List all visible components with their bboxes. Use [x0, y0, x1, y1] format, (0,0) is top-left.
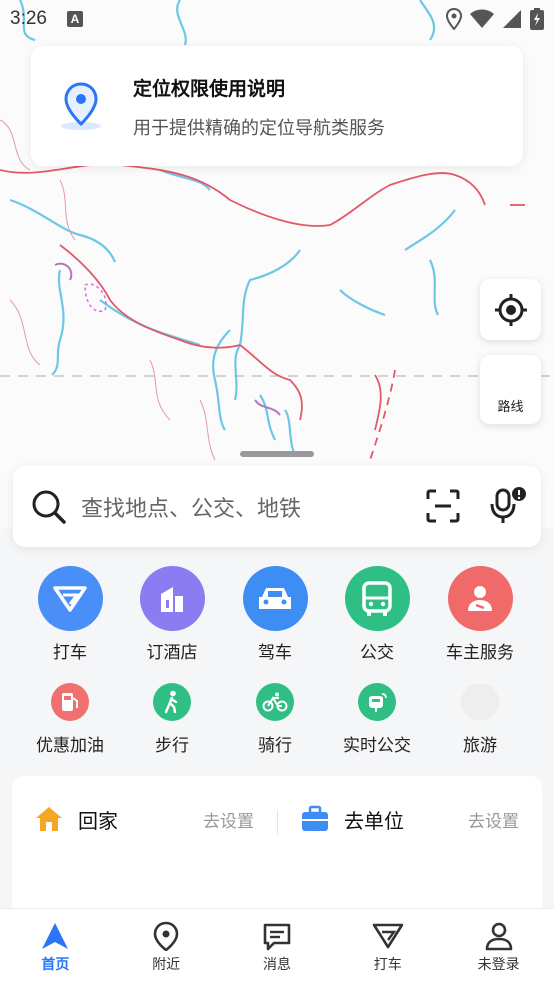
service-bus[interactable]: 公交	[332, 566, 422, 663]
service-label: 实时公交	[343, 736, 411, 756]
work-set-link[interactable]: 去设置	[468, 804, 519, 834]
briefcase-icon	[302, 805, 328, 831]
route-label: 路线	[497, 400, 524, 415]
battery-icon	[530, 8, 544, 30]
nav-label: 首页	[41, 957, 70, 973]
search-bar[interactable]: 查找地点、公交、地铁	[13, 466, 541, 547]
wifi-icon	[470, 9, 494, 28]
service-label: 旅游	[463, 736, 497, 756]
travel-icon	[461, 683, 499, 721]
work-shortcut[interactable]: 去单位	[300, 804, 404, 834]
search-icon	[32, 490, 66, 524]
nav-label: 未登录	[477, 957, 520, 973]
hotel-icon	[139, 566, 205, 631]
search-placeholder: 查找地点、公交、地铁	[81, 497, 302, 522]
bottom-navigation: 首页 附近 消息 打车 未登录	[0, 908, 554, 984]
realtime-bus-icon	[358, 683, 396, 721]
taxi-nav-icon	[372, 923, 404, 949]
car-icon	[242, 566, 308, 631]
nav-messages[interactable]: 消息	[222, 909, 333, 984]
divider	[277, 810, 278, 834]
service-taxi[interactable]: 打车	[25, 566, 115, 663]
nav-label: 消息	[262, 957, 291, 973]
service-bike[interactable]: 骑行	[230, 683, 320, 756]
locate-button[interactable]	[480, 279, 541, 340]
service-walk[interactable]: 步行	[127, 683, 217, 756]
service-label: 订酒店	[146, 643, 198, 663]
signal-icon	[503, 10, 521, 28]
home-shortcut[interactable]: 回家	[34, 804, 118, 834]
driver-service-icon	[447, 566, 513, 631]
microphone-icon[interactable]	[489, 486, 527, 526]
service-label: 骑行	[258, 736, 292, 756]
bus-icon	[344, 566, 410, 631]
nav-home[interactable]: 首页	[0, 909, 111, 984]
fuel-icon	[51, 683, 89, 721]
service-hotel[interactable]: 订酒店	[127, 566, 217, 663]
service-realtime-bus[interactable]: 实时公交	[332, 683, 422, 756]
sheet-drag-handle[interactable]	[240, 451, 314, 457]
nav-nearby[interactable]: 附近	[111, 909, 222, 984]
service-driver[interactable]: 车主服务	[435, 566, 525, 663]
nav-label: 打车	[373, 957, 402, 973]
notification-a-icon: A	[66, 11, 83, 27]
walk-icon	[153, 683, 191, 721]
nav-account[interactable]: 未登录	[443, 909, 554, 984]
work-label: 去单位	[344, 808, 404, 833]
scan-icon[interactable]	[426, 489, 460, 523]
nav-taxi[interactable]: 打车	[332, 909, 443, 984]
service-drive[interactable]: 驾车	[230, 566, 320, 663]
service-label: 步行	[155, 736, 189, 756]
route-button[interactable]: 路线	[480, 355, 541, 424]
user-icon	[485, 922, 512, 951]
service-travel[interactable]: 旅游	[435, 683, 525, 756]
crosshair-icon	[494, 293, 527, 326]
taxi-icon	[37, 566, 103, 631]
status-bar: 3:26 A	[0, 0, 554, 38]
location-pin-icon	[61, 82, 101, 130]
service-label: 车主服务	[446, 643, 514, 663]
message-icon	[263, 923, 291, 951]
home-work-card: 回家 去设置 去单位 去设置	[12, 776, 542, 926]
permission-title: 定位权限使用说明	[133, 78, 286, 100]
nav-label: 附近	[152, 957, 181, 973]
service-label: 公交	[360, 643, 394, 663]
nearby-icon	[153, 921, 179, 951]
service-label: 驾车	[258, 643, 292, 663]
bike-icon	[256, 683, 294, 721]
home-nav-icon	[42, 923, 69, 949]
service-fuel[interactable]: 优惠加油	[25, 683, 115, 756]
permission-description: 用于提供精确的定位导航类服务	[133, 118, 385, 139]
service-label: 优惠加油	[36, 736, 104, 756]
home-label: 回家	[78, 808, 118, 833]
home-icon	[36, 807, 62, 831]
service-label: 打车	[53, 643, 87, 663]
location-permission-card[interactable]: 定位权限使用说明 用于提供精确的定位导航类服务	[31, 46, 523, 166]
home-set-link[interactable]: 去设置	[203, 804, 254, 834]
status-time: 3:26	[10, 8, 47, 29]
location-status-icon	[446, 8, 462, 30]
